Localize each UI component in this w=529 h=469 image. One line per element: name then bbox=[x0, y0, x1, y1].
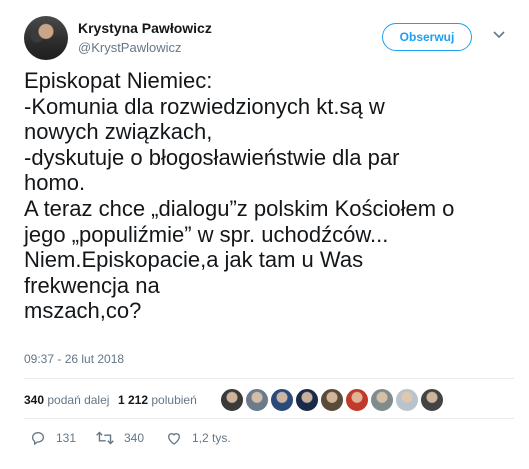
liker-avatar-9[interactable] bbox=[420, 388, 444, 412]
tweet-text: Episkopat Niemiec: -Komunia dla rozwiedz… bbox=[24, 68, 514, 324]
retweet-count: 340 bbox=[124, 431, 145, 445]
tweet-header: Krystyna Pawłowicz @KrystPawlowicz Obser… bbox=[24, 16, 514, 60]
tweet-stats: 340 podań dalej 1 212 polubień bbox=[24, 386, 514, 414]
user-name[interactable]: Krystyna Pawłowicz bbox=[78, 20, 212, 36]
user-handle[interactable]: @KrystPawlowicz bbox=[78, 40, 182, 55]
reply-icon bbox=[31, 431, 45, 446]
tweet-line: nowych związkach, bbox=[24, 119, 213, 145]
avatar[interactable] bbox=[24, 16, 68, 60]
liker-avatar-1[interactable] bbox=[220, 388, 244, 412]
heart-icon bbox=[167, 433, 181, 445]
tweet-line: -Komunia dla rozwiedzionych kt.są w bbox=[24, 93, 385, 119]
retweet-button[interactable]: 340 bbox=[96, 430, 144, 446]
retweet-icon bbox=[96, 431, 114, 445]
likes-stat-label: polubień bbox=[151, 393, 197, 407]
retweets-stat-label: podań dalej bbox=[47, 393, 110, 407]
chevron-down-icon[interactable] bbox=[492, 28, 506, 42]
like-button[interactable]: 1,2 tys. bbox=[166, 430, 231, 446]
liker-avatar-5[interactable] bbox=[320, 388, 344, 412]
likes-stat-count: 1 212 bbox=[118, 393, 149, 407]
liker-avatar-8[interactable] bbox=[395, 388, 419, 412]
divider bbox=[24, 418, 514, 419]
likes-stat[interactable]: 1 212 polubień bbox=[118, 393, 197, 407]
tweet-line: Niem.Episkopacie,a jak tam u Was bbox=[24, 247, 364, 273]
reply-count: 131 bbox=[56, 431, 77, 445]
tweet-line: jego „populiźmie” w spr. uchodźców... bbox=[24, 221, 389, 247]
tweet-line: Episkopat Niemiec: bbox=[24, 68, 213, 93]
tweet-timestamp[interactable]: 09:37 - 26 lut 2018 bbox=[24, 352, 124, 366]
retweets-stat[interactable]: 340 podań dalej bbox=[24, 393, 109, 407]
liker-avatar-4[interactable] bbox=[295, 388, 319, 412]
follow-button[interactable]: Obserwuj bbox=[382, 23, 472, 51]
tweet-line: frekwencja na bbox=[24, 272, 160, 298]
liker-avatar-2[interactable] bbox=[245, 388, 269, 412]
retweets-stat-count: 340 bbox=[24, 393, 45, 407]
divider bbox=[24, 378, 514, 379]
tweet-actions: 131 340 1,2 tys. bbox=[24, 428, 514, 452]
tweet-line: homo. bbox=[24, 170, 86, 196]
tweet-line: A teraz chce „dialogu”z polskim Kościołe… bbox=[24, 195, 455, 221]
liker-avatar-3[interactable] bbox=[270, 388, 294, 412]
tweet-line: -dyskutuje o błogosławieństwie dla par bbox=[24, 144, 400, 170]
like-count: 1,2 tys. bbox=[192, 431, 231, 445]
tweet-line: mszach,co? bbox=[24, 298, 142, 324]
liker-avatar-7[interactable] bbox=[370, 388, 394, 412]
reply-button[interactable]: 131 bbox=[30, 430, 76, 446]
liker-avatar-6[interactable] bbox=[345, 388, 369, 412]
